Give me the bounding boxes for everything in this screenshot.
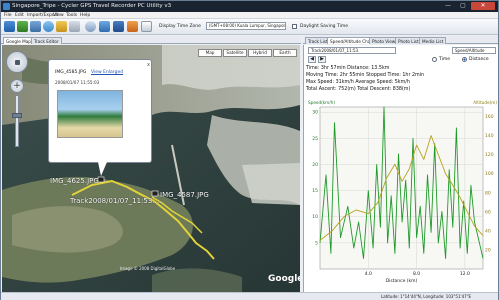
map-type-bar: Map Satellite Hybrid Earth xyxy=(198,49,298,57)
y-left-tick-label: 15 xyxy=(312,188,318,194)
app-logo-icon xyxy=(3,3,10,10)
x-tick-label: 8.0 xyxy=(413,271,420,277)
x-tick-label: 4.0 xyxy=(365,271,372,277)
popup-title: IMG_4585.JPG xyxy=(55,70,87,75)
stats-moving-stopped: Moving Time: 2hr 55min Stopped Time: 1hr… xyxy=(306,73,425,78)
menu-view[interactable]: View xyxy=(53,12,64,19)
popup-photo-thumbnail[interactable] xyxy=(57,90,123,138)
minimize-button[interactable]: — xyxy=(441,2,455,10)
y-left-tick-label: 20 xyxy=(312,162,318,168)
y-left-tick-label: 30 xyxy=(312,110,318,116)
chart-type-select[interactable]: Speed/Altitude xyxy=(452,47,496,54)
pan-control[interactable] xyxy=(6,51,28,73)
imagery-credit: Image © 2008 DigitalGlobe xyxy=(120,266,176,271)
export-icon[interactable] xyxy=(141,21,152,32)
popup-date: 2008/01/07 11:55:03 xyxy=(55,80,100,85)
stats-time-distance: Time: 3hr 57min Distance: 13.5km xyxy=(306,66,390,71)
status-bar: Latitude: 1°14'44"N, Longitude: 103°51'4… xyxy=(1,292,498,300)
stats-speed: Max Speed: 31km/h Average Speed: 5km/h xyxy=(306,80,410,85)
sync-icon[interactable] xyxy=(99,21,110,32)
window-title: Singapore_Tripe - Cycler GPS Travel Reco… xyxy=(12,3,172,9)
y-right-tick-label: 80 xyxy=(485,190,491,196)
prev-track-button[interactable]: ◀ xyxy=(308,56,316,63)
close-button[interactable]: ✕ xyxy=(471,2,495,10)
popup-pointer xyxy=(98,162,107,176)
zoom-in-button[interactable]: + xyxy=(10,79,24,93)
globe-icon[interactable] xyxy=(43,21,54,32)
y-right-tick-label: 120 xyxy=(485,152,494,158)
menu-bar: File Edit Import/Export View Tools Help xyxy=(1,12,498,19)
clock-icon[interactable] xyxy=(85,21,96,32)
map-type-earth-button[interactable]: Earth xyxy=(273,49,297,57)
menu-help[interactable]: Help xyxy=(80,12,90,19)
track-label[interactable]: Track2008/01/07_11:53:... xyxy=(70,197,161,205)
daylight-saving-label: Daylight Saving Time xyxy=(300,24,348,29)
display-time-zone-label: Display Time Zone xyxy=(159,24,201,29)
next-track-button[interactable]: ▶ xyxy=(318,56,326,63)
google-logo: Google xyxy=(268,274,300,284)
app-window: Singapore_Tripe - Cycler GPS Travel Reco… xyxy=(0,0,499,300)
y-left-tick-label: 5 xyxy=(315,240,318,246)
flickr-icon[interactable] xyxy=(113,21,124,32)
time-radio[interactable] xyxy=(432,57,437,62)
save-icon[interactable] xyxy=(30,21,41,32)
view-enlarged-link[interactable]: View Enlarged xyxy=(91,70,123,75)
y-left-axis-title: Speed(km/h) xyxy=(308,100,335,105)
time-zone-select[interactable]: (GMT+08:00) Kuala Lumpur, Singapore xyxy=(206,22,286,30)
map-type-hybrid-button[interactable]: Hybrid xyxy=(248,49,272,57)
y-right-tick-label: 160 xyxy=(485,114,494,120)
speed-altitude-chart[interactable]: 30 25 20 15 10 5 160 140 120 100 80 60 40 20 4.0 8.0 12.… xyxy=(304,97,499,292)
popup-close-button[interactable]: x xyxy=(147,62,150,68)
left-tab-strip: Google Map Track Editor xyxy=(1,36,301,44)
tab-photo-view[interactable]: Photo View xyxy=(369,37,399,44)
pan-arrows-icon xyxy=(15,60,20,65)
map-type-map-button[interactable]: Map xyxy=(198,49,222,57)
distance-radio-label: Distance xyxy=(469,57,489,62)
share-icon[interactable] xyxy=(127,21,138,32)
x-tick-label: 12.0 xyxy=(460,271,470,277)
x-axis-title: Distance (km) xyxy=(386,278,418,284)
menu-file[interactable]: File xyxy=(4,12,12,19)
tab-photo-list[interactable]: Photo List xyxy=(395,37,422,44)
tab-media-list[interactable]: Media List xyxy=(419,37,447,44)
y-left-tick-label: 10 xyxy=(312,214,318,220)
stats-ascent-descent: Total Ascent: 752(m) Total Descent: 838(… xyxy=(306,87,411,92)
distance-radio[interactable] xyxy=(462,57,467,62)
menu-tools[interactable]: Tools xyxy=(66,12,77,19)
y-right-tick-label: 40 xyxy=(485,228,491,234)
daylight-saving-checkbox[interactable] xyxy=(292,24,297,29)
photo-label-img-4625[interactable]: IMG_4625.JPG xyxy=(50,177,99,185)
camera-marker-icon-2 xyxy=(151,190,159,197)
track-select[interactable]: Track2008/01/07_11:53 xyxy=(308,47,396,54)
y-right-tick-label: 140 xyxy=(485,133,494,139)
settings-icon[interactable] xyxy=(69,21,80,32)
toolbar: Display Time Zone (GMT+08:00) Kuala Lump… xyxy=(1,19,498,35)
y-right-tick-label: 60 xyxy=(485,209,491,215)
photo-label-img-4587[interactable]: IMG_4587.JPG xyxy=(160,191,209,199)
y-right-tick-label: 100 xyxy=(485,171,494,177)
map-type-satellite-button[interactable]: Satellite xyxy=(223,49,247,57)
island-hills xyxy=(12,206,123,253)
tab-google-map[interactable]: Google Map xyxy=(3,37,34,44)
satellite-map[interactable]: + Map Satellite Hybrid Earth IMG_4585.JP… xyxy=(2,45,300,292)
download-icon[interactable] xyxy=(17,21,28,32)
coordinate-readout: Latitude: 1°14'44"N, Longitude: 103°51'4… xyxy=(381,294,472,299)
zoom-slider-handle[interactable] xyxy=(12,113,22,118)
y-right-tick-label: 20 xyxy=(485,247,491,253)
zoom-slider[interactable] xyxy=(15,95,19,147)
menu-edit[interactable]: Edit xyxy=(15,12,24,19)
open-folder-icon[interactable] xyxy=(56,21,67,32)
y-right-axis-title: Altitude(m) xyxy=(473,100,497,105)
connect-device-icon[interactable] xyxy=(4,21,15,32)
photo-info-popup: IMG_4585.JPG View Enlarged x 2008/01/07 … xyxy=(48,59,152,163)
maximize-button[interactable]: ▢ xyxy=(456,2,470,10)
right-tab-strip: Track List Speed/Altitude Chart Photo Vi… xyxy=(303,36,498,44)
speed-altitude-panel: Track2008/01/07_11:53 Speed/Altitude ◀ ▶… xyxy=(303,45,498,292)
time-radio-label: Time xyxy=(439,57,451,62)
y-left-tick-label: 25 xyxy=(312,136,318,142)
tab-track-editor[interactable]: Track Editor xyxy=(31,37,62,44)
title-bar: Singapore_Tripe - Cycler GPS Travel Reco… xyxy=(1,1,498,12)
